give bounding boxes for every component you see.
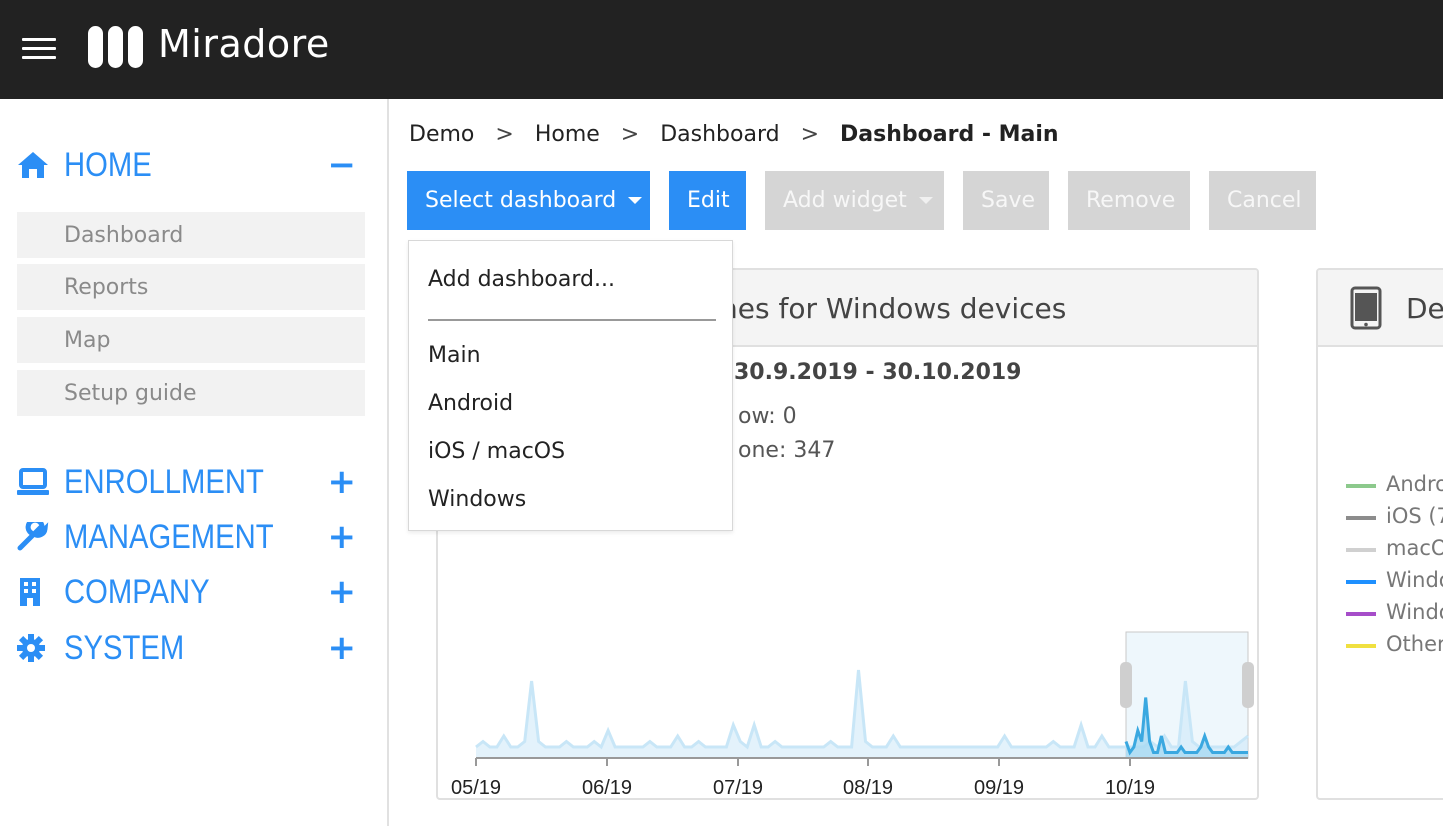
sidebar-item-reports[interactable]: Reports	[17, 264, 365, 310]
sidebar-item-label: Reports	[64, 275, 149, 300]
widget-date-range: 30.9.2019 - 30.10.2019	[734, 360, 1022, 385]
timeline-chart[interactable]: 05/19 06/19 07/19 08/19 09/19 10/19	[438, 600, 1257, 800]
sidebar-item-label: Dashboard	[64, 223, 184, 248]
breadcrumb-current: Dashboard - Main	[840, 122, 1059, 147]
breadcrumb: Demo > Home > Dashboard > Dashboard - Ma…	[409, 122, 1059, 147]
app-name: Miradore	[158, 22, 330, 66]
widget-header[interactable]: De	[1318, 270, 1443, 347]
caret-down-icon	[628, 197, 643, 204]
legend-label: Windo	[1386, 600, 1443, 624]
breadcrumb-separator: >	[800, 122, 820, 147]
widget-title: nes for Windows devices	[720, 292, 1067, 325]
x-tick-label: 07/19	[713, 777, 763, 799]
menu-icon[interactable]	[22, 38, 56, 62]
devices-widget-panel: De Andro iOS (7 macO Windo Windo Other	[1316, 268, 1443, 800]
sidebar-section-label: HOME	[64, 146, 152, 184]
expand-icon[interactable]: +	[328, 572, 357, 612]
select-dashboard-label: Select dashboard	[425, 188, 617, 213]
sidebar-section-label: SYSTEM	[64, 629, 185, 667]
menu-item-android[interactable]: Android	[428, 391, 513, 416]
sidebar-section-label: COMPANY	[64, 573, 210, 611]
save-button[interactable]: Save	[963, 171, 1049, 230]
widget-stat-1: ow: 0	[738, 404, 797, 429]
widget-stat-2: one: 347	[738, 438, 836, 463]
top-bar: Miradore	[0, 0, 1443, 99]
x-tick-label: 09/19	[974, 777, 1024, 799]
menu-item-windows[interactable]: Windows	[428, 487, 526, 512]
remove-button[interactable]: Remove	[1068, 171, 1190, 230]
cancel-button[interactable]: Cancel	[1209, 171, 1316, 230]
sidebar-item-dashboard[interactable]: Dashboard	[17, 212, 365, 258]
x-tick-label: 08/19	[843, 777, 893, 799]
miradore-logo-icon	[88, 26, 144, 68]
sidebar-section-home[interactable]: HOME −	[16, 145, 366, 185]
menu-item-ios-macos[interactable]: iOS / macOS	[428, 439, 565, 464]
legend-label: Andro	[1386, 472, 1443, 496]
sidebar-item-label: Setup guide	[64, 381, 197, 406]
expand-icon[interactable]: +	[328, 462, 357, 502]
cancel-label: Cancel	[1227, 188, 1302, 213]
sidebar-section-enrollment[interactable]: ENROLLMENT +	[16, 462, 366, 502]
legend-swatch	[1346, 644, 1376, 648]
legend-label: Other	[1386, 632, 1443, 656]
breadcrumb-separator: >	[495, 122, 514, 147]
caret-down-icon	[918, 197, 933, 204]
legend-swatch	[1346, 548, 1376, 552]
x-tick-label: 05/19	[451, 777, 501, 799]
legend-label: Windo	[1386, 568, 1443, 592]
breadcrumb-demo[interactable]: Demo	[409, 122, 474, 147]
edit-label: Edit	[687, 188, 730, 213]
wrench-icon	[17, 522, 49, 551]
sidebar-item-label: Map	[64, 328, 111, 353]
widget-title: De	[1406, 292, 1443, 325]
save-label: Save	[981, 188, 1036, 213]
breadcrumb-dashboard[interactable]: Dashboard	[660, 122, 779, 147]
sidebar-section-label: ENROLLMENT	[64, 463, 264, 501]
menu-divider	[428, 319, 716, 321]
building-icon	[20, 578, 40, 606]
legend-label: iOS (7	[1386, 504, 1443, 528]
x-tick-label: 10/19	[1105, 777, 1155, 799]
legend-swatch	[1346, 580, 1376, 584]
home-icon	[18, 152, 48, 178]
sidebar-section-company[interactable]: COMPANY +	[16, 572, 366, 612]
expand-icon[interactable]: +	[328, 628, 357, 668]
sidebar-section-label: MANAGEMENT	[64, 518, 274, 556]
sidebar-section-management[interactable]: MANAGEMENT +	[16, 517, 366, 557]
menu-item-main[interactable]: Main	[428, 343, 481, 368]
edit-button[interactable]: Edit	[669, 171, 746, 230]
add-dashboard-menu-item[interactable]: Add dashboard...	[428, 267, 615, 292]
collapse-icon[interactable]: −	[328, 145, 357, 185]
sidebar-item-setup-guide[interactable]: Setup guide	[17, 370, 365, 416]
tablet-icon	[1350, 286, 1382, 330]
sidebar-section-system[interactable]: SYSTEM +	[16, 628, 366, 668]
legend-swatch	[1346, 516, 1376, 520]
selection-handle-left	[1120, 662, 1132, 708]
legend-swatch	[1346, 612, 1376, 616]
laptop-icon	[17, 468, 49, 495]
breadcrumb-separator: >	[620, 122, 640, 147]
add-widget-button[interactable]: Add widget	[765, 171, 944, 230]
select-dashboard-menu: Add dashboard... Main Android iOS / macO…	[408, 240, 733, 531]
legend-swatch	[1346, 484, 1376, 488]
remove-label: Remove	[1086, 188, 1176, 213]
gear-icon	[17, 634, 45, 662]
breadcrumb-home[interactable]: Home	[535, 122, 600, 147]
add-widget-label: Add widget	[783, 188, 907, 213]
sidebar-item-map[interactable]: Map	[17, 317, 365, 363]
x-tick-label: 06/19	[582, 777, 632, 799]
legend-label: macO	[1386, 536, 1443, 560]
select-dashboard-button[interactable]: Select dashboard	[407, 171, 650, 230]
expand-icon[interactable]: +	[328, 517, 357, 557]
selection-handle-right	[1242, 662, 1254, 708]
